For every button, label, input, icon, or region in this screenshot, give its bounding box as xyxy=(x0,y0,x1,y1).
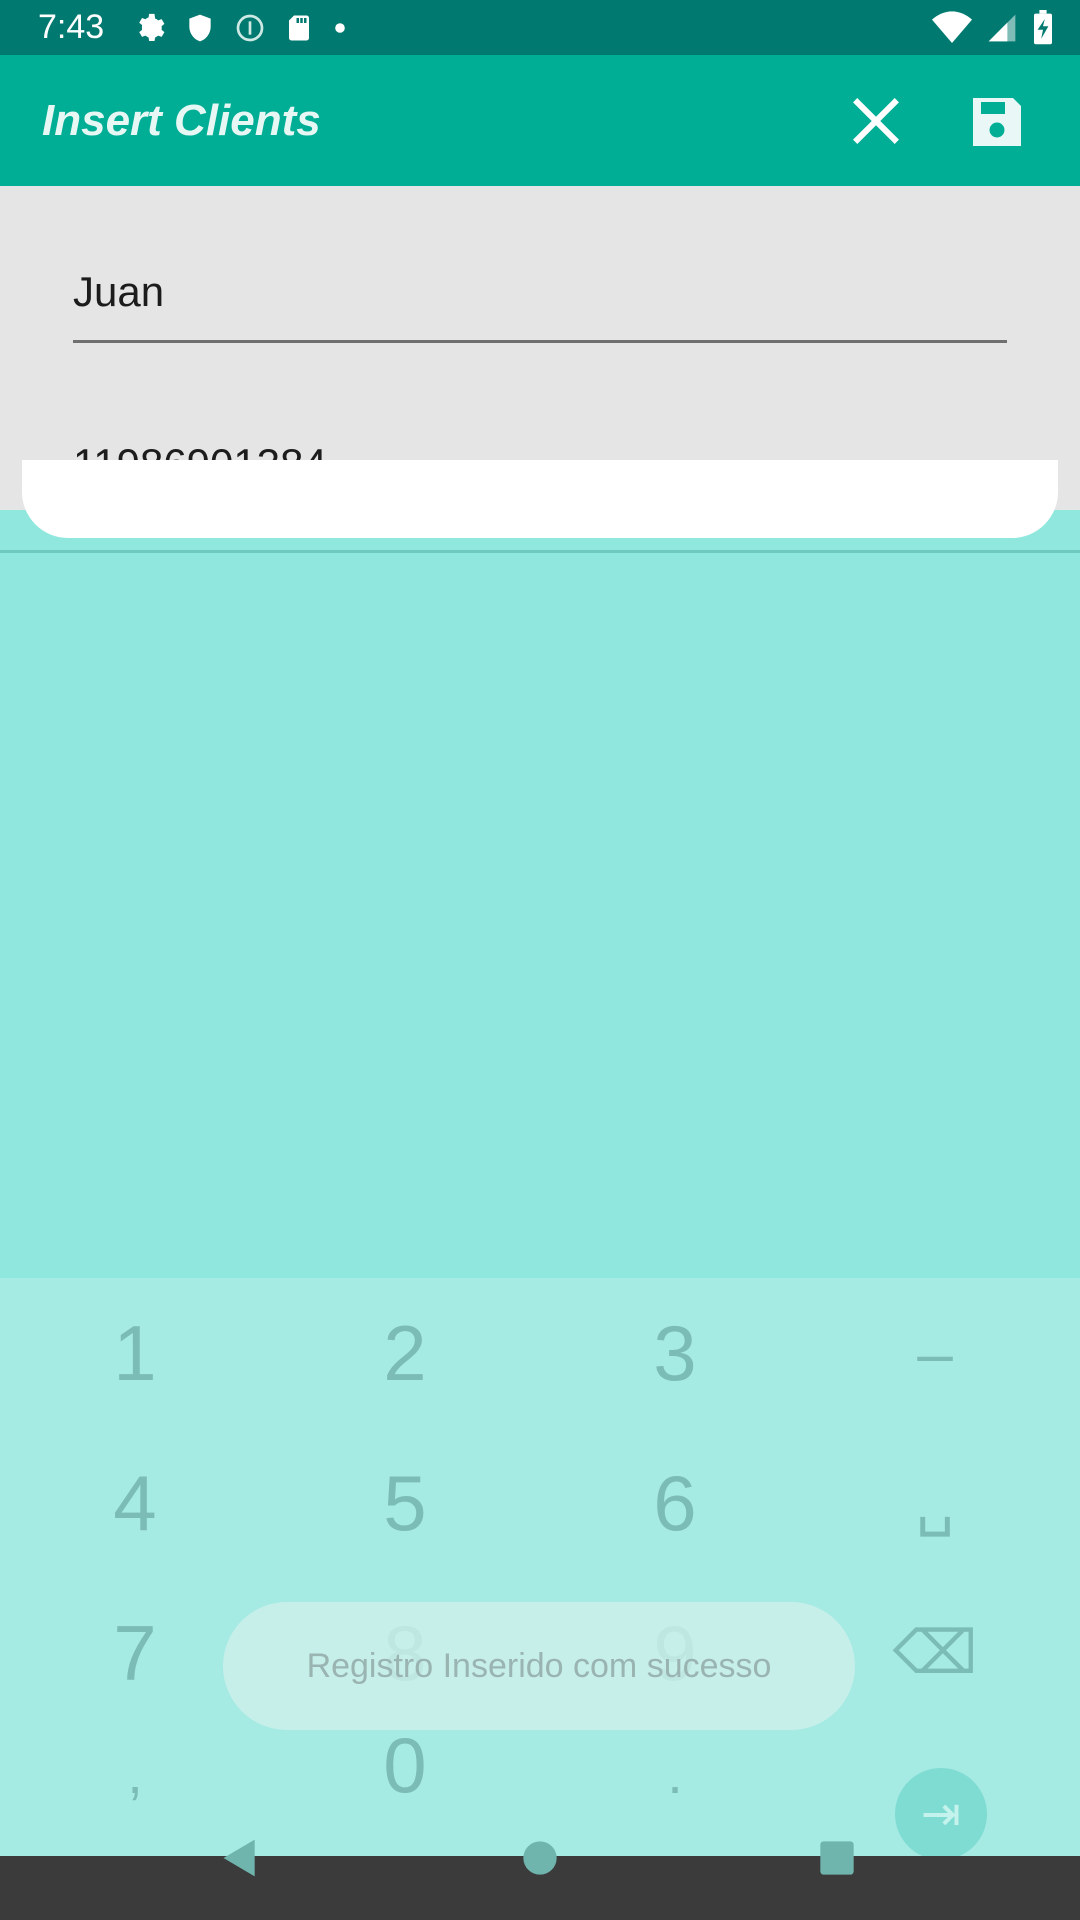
back-button[interactable] xyxy=(200,1820,280,1896)
key-3[interactable]: 3 xyxy=(540,1278,810,1428)
key-dash[interactable]: – xyxy=(800,1278,1070,1428)
status-icons-left xyxy=(132,11,348,45)
key-5[interactable]: 5 xyxy=(270,1428,540,1578)
tab-next-icon: ⇥ xyxy=(920,1786,962,1842)
signal-icon xyxy=(988,14,1016,41)
home-icon xyxy=(523,1841,557,1875)
divider xyxy=(0,550,1080,553)
wifi-icon xyxy=(932,10,972,43)
app-bar: Insert Clients xyxy=(0,55,1080,186)
key-space[interactable]: ␣ xyxy=(800,1428,1070,1578)
close-button[interactable] xyxy=(848,93,904,149)
key-comma[interactable]: , xyxy=(0,1718,270,1828)
recents-button[interactable] xyxy=(797,1820,877,1896)
battery-charging-icon xyxy=(1034,9,1052,44)
card-edge xyxy=(22,460,1058,538)
key-4[interactable]: 4 xyxy=(0,1428,270,1578)
info-circle-icon xyxy=(236,14,264,41)
sd-card-icon xyxy=(289,15,310,40)
name-input[interactable] xyxy=(73,268,1007,316)
recents-icon xyxy=(820,1841,854,1875)
status-bar: 7:43 xyxy=(0,0,1080,55)
close-icon xyxy=(853,98,899,144)
home-button[interactable] xyxy=(500,1820,580,1896)
save-icon xyxy=(973,98,1021,146)
shield-icon xyxy=(189,14,211,41)
key-2[interactable]: 2 xyxy=(270,1278,540,1428)
key-period[interactable]: . xyxy=(540,1718,810,1828)
key-1[interactable]: 1 xyxy=(0,1278,270,1428)
save-button[interactable] xyxy=(965,90,1029,154)
dot-icon xyxy=(335,22,345,33)
name-field[interactable] xyxy=(73,268,1007,343)
key-next[interactable]: ⇥ xyxy=(895,1768,987,1860)
key-6[interactable]: 6 xyxy=(540,1428,810,1578)
toast-message: Registro Inserido com sucesso xyxy=(223,1602,855,1730)
page-title: Insert Clients xyxy=(42,95,321,145)
gear-icon xyxy=(139,13,165,41)
numeric-keyboard: 1 2 3 – 4 5 6 ␣ 7 8 9 ⌫ , 0 . ⇥ xyxy=(0,1278,1080,1860)
status-time: 7:43 xyxy=(38,8,105,46)
status-icons-right xyxy=(932,0,1054,55)
back-icon xyxy=(223,1839,255,1877)
